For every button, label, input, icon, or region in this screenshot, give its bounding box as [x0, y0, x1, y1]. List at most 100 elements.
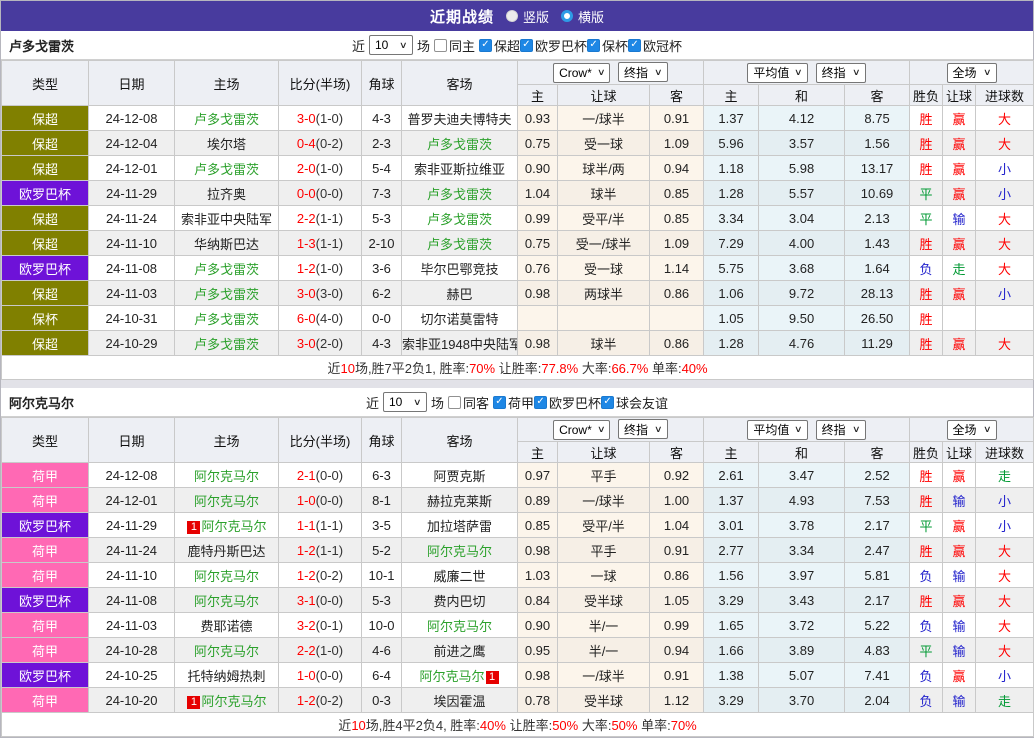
scope-select[interactable]: 全场∨: [947, 63, 997, 83]
checkbox-icon[interactable]: [448, 396, 461, 409]
team-name-link[interactable]: 卢多戈雷茨: [194, 287, 259, 302]
league-filter[interactable]: ✓保杯: [587, 36, 628, 55]
same-venue-filter[interactable]: 同主: [434, 36, 475, 55]
team-name-link[interactable]: 索非亚中央陆军: [181, 212, 272, 227]
same-venue-filter[interactable]: 同客: [448, 393, 489, 412]
handicap-home-odds: [518, 306, 558, 331]
team-name-link[interactable]: 卢多戈雷茨: [194, 162, 259, 177]
team-name-link[interactable]: 前进之鹰: [433, 644, 485, 659]
team-name-link[interactable]: 托特纳姆热刺: [187, 669, 265, 684]
scope-group: 全场∨: [910, 61, 1034, 85]
team-name-link[interactable]: 卢多戈雷茨: [427, 137, 492, 152]
match-count-select[interactable]: 10∨: [369, 35, 413, 55]
team-name-link[interactable]: 埃尔塔: [207, 137, 246, 152]
checkbox-icon[interactable]: [434, 39, 447, 52]
team-name-link[interactable]: 卢多戈雷茨: [427, 237, 492, 252]
league-filter[interactable]: ✓荷甲: [493, 393, 534, 412]
avg-away-odds: 28.13: [845, 281, 910, 306]
match-row: 荷甲24-11-24鹿特丹斯巴达1-2(1-1)5-2阿尔克马尔0.98平手0.…: [2, 538, 1034, 563]
team-name-link[interactable]: 费耶诺德: [200, 619, 252, 634]
result-handicap: 赢: [943, 281, 976, 306]
team-name-link[interactable]: 拉齐奥: [207, 187, 246, 202]
team-name-link[interactable]: 阿尔克马尔: [427, 619, 492, 634]
team-name-link[interactable]: 加拉塔萨雷: [427, 519, 492, 534]
corner-score: 3-6: [362, 256, 402, 281]
match-date: 24-12-01: [89, 156, 175, 181]
team-name-link[interactable]: 阿尔克马尔: [194, 494, 259, 509]
summary-segment: 让胜率:: [495, 361, 541, 376]
team-name-link[interactable]: 阿尔克马尔: [419, 669, 484, 684]
match-count-select[interactable]: 10∨: [383, 392, 427, 412]
checkbox-icon[interactable]: ✓: [520, 39, 533, 52]
index-type-select[interactable]: 终指∨: [618, 62, 668, 82]
team-name-link[interactable]: 切尔诺莫雷特: [420, 312, 498, 327]
team-name-link[interactable]: 卢多戈雷茨: [194, 262, 259, 277]
team-name-link[interactable]: 毕尔巴鄂竞技: [420, 262, 498, 277]
checkbox-icon[interactable]: ✓: [479, 39, 492, 52]
team-name-link[interactable]: 索非亚斯拉维亚: [414, 162, 505, 177]
avg-away-odds: 1.43: [845, 231, 910, 256]
radio-icon[interactable]: [506, 10, 518, 22]
team-name-link[interactable]: 卢多戈雷茨: [194, 312, 259, 327]
average-index-select[interactable]: 终指∨: [816, 63, 866, 83]
checkbox-icon[interactable]: ✓: [493, 396, 506, 409]
corner-score: 5-3: [362, 588, 402, 613]
team-name-link[interactable]: 威廉二世: [433, 569, 485, 584]
team-name-link[interactable]: 费内巴切: [433, 594, 485, 609]
average-select[interactable]: 平均值∨: [747, 420, 808, 440]
team-name-link[interactable]: 卢多戈雷茨: [194, 337, 259, 352]
scope-select[interactable]: 全场∨: [947, 420, 997, 440]
col-handicap-line: 让球: [558, 85, 650, 106]
team-name-link[interactable]: 阿贾克斯: [433, 469, 485, 484]
section-header: 阿尔克马尔 近 10∨ 场 同客 ✓荷甲✓欧罗巴杯✓球会友谊: [1, 388, 1033, 417]
league-filter[interactable]: ✓欧罗巴杯: [534, 393, 601, 412]
chevron-down-icon: ∨: [413, 397, 422, 408]
team-name-link[interactable]: 阿尔克马尔: [201, 694, 266, 709]
league-filter[interactable]: ✓欧罗巴杯: [520, 36, 587, 55]
team-name-link[interactable]: 阿尔克马尔: [201, 519, 266, 534]
layout-radio-horizontal[interactable]: 横版: [561, 7, 604, 26]
team-name-link[interactable]: 赫拉克莱斯: [427, 494, 492, 509]
team-name-link[interactable]: 阿尔克马尔: [194, 569, 259, 584]
page-title: 近期战绩: [430, 6, 494, 27]
average-index-select[interactable]: 终指∨: [816, 420, 866, 440]
bookmaker-select[interactable]: Crow*∨: [553, 63, 610, 83]
average-select[interactable]: 平均值∨: [747, 63, 808, 83]
team-name-link[interactable]: 普罗夫迪夫博特夫: [407, 112, 511, 127]
team-name-link[interactable]: 赫巴: [446, 287, 472, 302]
fulltime-score: 1-0: [297, 668, 316, 683]
checkbox-icon[interactable]: ✓: [534, 396, 547, 409]
radio-icon[interactable]: [561, 10, 573, 22]
team-name-link[interactable]: 阿尔克马尔: [194, 594, 259, 609]
result-wdl: 负: [910, 563, 943, 588]
chevron-down-icon: ∨: [794, 67, 803, 78]
matches-label: 场: [417, 36, 430, 55]
match-date: 24-11-24: [89, 206, 175, 231]
team-name-link[interactable]: 索非亚1948中央陆军: [402, 337, 518, 352]
result-wdl: 胜: [910, 488, 943, 513]
index-type-select[interactable]: 终指∨: [618, 419, 668, 439]
league-filter[interactable]: ✓欧冠杯: [628, 36, 682, 55]
result-wdl: 负: [910, 613, 943, 638]
team-name-link[interactable]: 华纳斯巴达: [194, 237, 259, 252]
halftime-score: (0-2): [316, 136, 343, 151]
layout-radio-vertical[interactable]: 竖版: [506, 7, 549, 26]
result-wdl: 胜: [910, 231, 943, 256]
checkbox-icon[interactable]: ✓: [587, 39, 600, 52]
team-name-link[interactable]: 鹿特丹斯巴达: [187, 544, 265, 559]
league-filter[interactable]: ✓保超: [479, 36, 520, 55]
checkbox-icon[interactable]: ✓: [601, 396, 614, 409]
team-name-link[interactable]: 阿尔克马尔: [194, 469, 259, 484]
team-name-link[interactable]: 卢多戈雷茨: [427, 187, 492, 202]
league-filter[interactable]: ✓球会友谊: [601, 393, 668, 412]
team-name-link[interactable]: 阿尔克马尔: [427, 544, 492, 559]
team-name-link[interactable]: 阿尔克马尔: [194, 644, 259, 659]
checkbox-icon[interactable]: ✓: [628, 39, 641, 52]
team-name-link[interactable]: 卢多戈雷茨: [194, 112, 259, 127]
team-name-link[interactable]: 埃因霍温: [433, 694, 485, 709]
team-name-link[interactable]: 卢多戈雷茨: [427, 212, 492, 227]
bookmaker-select[interactable]: Crow*∨: [553, 420, 610, 440]
handicap-home-odds: 0.98: [518, 663, 558, 688]
league-filter-label: 球会友谊: [616, 393, 668, 412]
chevron-down-icon: ∨: [852, 424, 861, 435]
